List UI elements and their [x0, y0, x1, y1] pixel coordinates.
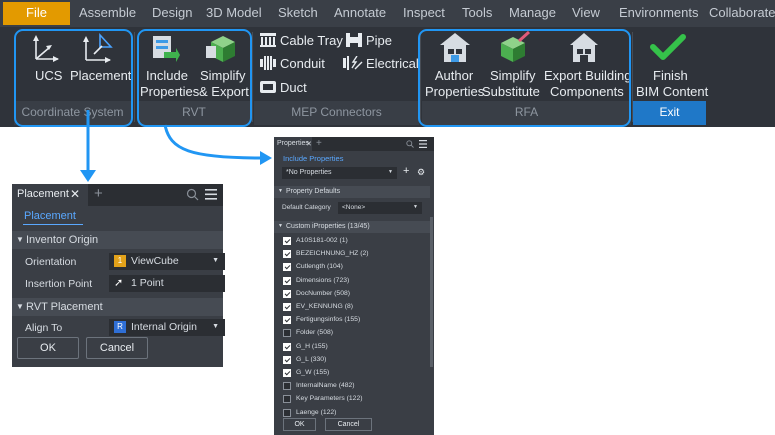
property-checkbox[interactable] — [283, 408, 291, 417]
search-icon[interactable] — [186, 188, 199, 201]
revit-icon: R — [114, 321, 126, 333]
property-item-label: Dimensions (723) — [296, 276, 350, 284]
section-custom-iproperties[interactable]: ▼ Custom iProperties (13/45) — [274, 221, 430, 233]
properties-cancel-button[interactable]: Cancel — [325, 418, 372, 431]
property-checkbox[interactable] — [283, 237, 291, 245]
placement-tab[interactable]: Placement ✕ — [12, 184, 88, 206]
properties-preset-dropdown[interactable]: *No Properties ▼ — [282, 167, 397, 179]
menu-icon[interactable] — [205, 189, 217, 200]
property-item-label: Folder (508) — [296, 329, 334, 337]
property-checkbox[interactable] — [283, 276, 291, 285]
collapse-icon: ▼ — [278, 223, 283, 229]
placement-link-underline — [23, 224, 83, 225]
section-property-defaults[interactable]: ▼ Property Defaults — [274, 186, 430, 198]
property-checkbox[interactable] — [283, 395, 291, 404]
default-category-label: Default Category — [282, 204, 331, 211]
align-to-dropdown[interactable]: R Internal Origin ▼ — [109, 319, 225, 336]
add-preset-icon[interactable]: + — [403, 165, 409, 177]
property-item-label: G_L (330) — [296, 355, 327, 363]
cursor-icon: ➚ — [114, 277, 124, 289]
insertion-point-label: Insertion Point — [25, 278, 93, 290]
viewcube-icon: 1 — [114, 255, 126, 267]
property-checkbox[interactable] — [283, 369, 291, 377]
property-checkbox[interactable] — [283, 382, 291, 391]
default-category-dropdown[interactable]: <None> ▼ — [338, 202, 422, 214]
add-tab-icon[interactable]: + — [94, 185, 103, 202]
chevron-down-icon: ▼ — [212, 323, 219, 330]
property-checkbox[interactable] — [283, 355, 291, 364]
placement-tab-bar: Placement ✕ + — [12, 184, 223, 206]
collapse-icon: ▼ — [16, 235, 24, 244]
property-item-label: A10S181-002 (1) — [296, 237, 348, 244]
property-checkbox[interactable] — [283, 250, 291, 259]
insertion-point-field[interactable]: ➚ 1 Point — [109, 275, 225, 292]
collapse-icon: ▼ — [278, 188, 283, 194]
properties-panel: Properties ✕ + Include Properties *No Pr… — [274, 137, 434, 435]
orientation-dropdown[interactable]: 1 ViewCube ▼ — [109, 253, 225, 270]
add-tab-icon[interactable]: + — [316, 138, 322, 149]
property-checkbox[interactable] — [283, 329, 291, 338]
close-icon[interactable]: ✕ — [70, 187, 80, 201]
section-rvt-placement[interactable]: ▼ RVT Placement — [12, 298, 223, 316]
property-item-label: Laenge (122) — [296, 408, 337, 416]
property-item-label: G_H (155) — [296, 342, 328, 350]
property-item-label: InternalName (482) — [296, 382, 355, 390]
collapse-icon: ▼ — [16, 302, 24, 311]
include-properties-link[interactable]: Include Properties — [283, 154, 343, 163]
property-item-label: EV_KENNUNG (8) — [296, 303, 354, 310]
placement-link[interactable]: Placement — [24, 210, 76, 222]
properties-tab[interactable]: Properties ✕ — [274, 137, 312, 151]
property-checkbox[interactable] — [283, 316, 291, 325]
chevron-down-icon: ▼ — [413, 204, 418, 210]
property-item-label: Fertigungsinfos (155) — [296, 316, 361, 324]
close-icon[interactable]: ✕ — [306, 140, 312, 148]
settings-gear-icon[interactable]: ⚙ — [417, 167, 425, 178]
search-icon[interactable] — [406, 140, 414, 148]
placement-ok-button[interactable]: OK — [17, 337, 79, 359]
chevron-down-icon: ▼ — [212, 257, 219, 264]
menu-icon[interactable] — [419, 140, 427, 148]
orientation-label: Orientation — [25, 256, 77, 268]
chevron-down-icon: ▼ — [388, 169, 393, 175]
scrollbar[interactable] — [430, 217, 433, 367]
property-item-label: G_W (155) — [296, 369, 330, 376]
property-checkbox[interactable] — [283, 303, 291, 311]
placement-cancel-button[interactable]: Cancel — [86, 337, 148, 359]
section-inventor-origin[interactable]: ▼ Inventor Origin — [12, 231, 223, 249]
properties-tab-bar: Properties ✕ + — [274, 137, 434, 151]
align-to-label: Align To — [25, 322, 63, 334]
property-checkbox[interactable] — [283, 289, 291, 298]
property-item-label: BEZEICHNUNG_HZ (2) — [296, 250, 369, 258]
properties-ok-button[interactable]: OK — [283, 418, 316, 431]
property-item-label: Key Parameters (122) — [296, 395, 363, 403]
property-item-label: Cutlength (104) — [296, 263, 343, 271]
property-checkbox[interactable] — [283, 342, 291, 351]
property-checkbox[interactable] — [283, 263, 291, 272]
property-item-label: DocNumber (508) — [296, 289, 351, 297]
